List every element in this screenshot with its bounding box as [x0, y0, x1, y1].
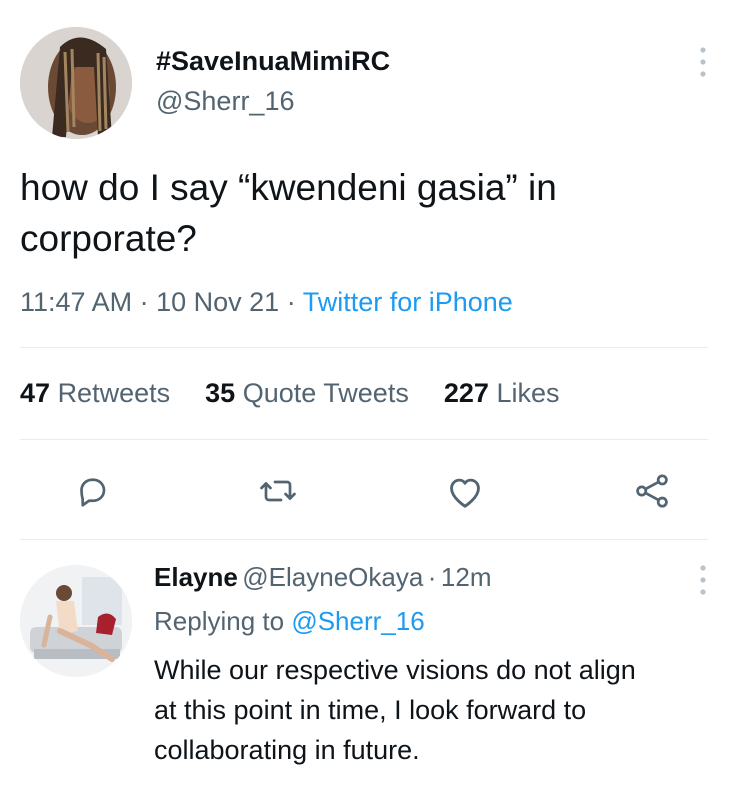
retweets-stat[interactable]: 47 Retweets	[20, 378, 170, 408]
share-button[interactable]	[633, 472, 671, 510]
reply-author-name[interactable]: Elayne	[154, 562, 238, 592]
likes-label: Likes	[496, 378, 560, 408]
heart-icon	[450, 478, 480, 508]
retweet-icon	[260, 480, 296, 502]
tweet-stats: 47 Retweets 35 Quote Tweets 227 Likes	[20, 378, 559, 409]
retweets-count: 47	[20, 378, 51, 408]
divider	[20, 439, 708, 440]
author-avatar-image	[20, 27, 132, 139]
tweet-meta: 11:47 AM · 10 Nov 21 · Twitter for iPhon…	[20, 287, 513, 318]
reply-text: While our respective visions do not alig…	[154, 650, 636, 770]
reply-text-line: collaborating in future.	[154, 735, 420, 765]
divider	[20, 347, 708, 348]
reply-text-line: While our respective visions do not alig…	[154, 655, 636, 685]
reply-age[interactable]: 12m	[441, 562, 492, 592]
retweet-button[interactable]	[258, 473, 298, 509]
tweet-text-line: corporate?	[20, 218, 197, 259]
tweet-time[interactable]: 11:47 AM	[20, 287, 132, 317]
reply-author-handle[interactable]: @ElayneOkaya	[242, 562, 423, 592]
reply-author-avatar-image	[20, 565, 132, 677]
quotes-stat[interactable]: 35 Quote Tweets	[205, 378, 409, 408]
replying-to-mention[interactable]: @Sherr_16	[291, 606, 424, 636]
tweet-text-line: how do I say “kwendeni gasia” in	[20, 167, 557, 208]
replying-to: Replying to @Sherr_16	[154, 606, 425, 637]
share-icon	[636, 474, 668, 508]
replying-to-prefix: Replying to	[154, 606, 285, 636]
reply-more-icon[interactable]	[698, 562, 708, 598]
tweet-more-icon[interactable]	[698, 44, 708, 80]
likes-count: 227	[443, 378, 489, 408]
tweet-source-link[interactable]: Twitter for iPhone	[303, 287, 513, 317]
divider	[20, 539, 708, 540]
likes-stat[interactable]: 227 Likes	[444, 378, 560, 408]
tweet-date[interactable]: 10 Nov 21	[156, 287, 279, 317]
retweets-label: Retweets	[57, 378, 171, 408]
reply-text-line: at this point in time, I look forward to	[154, 695, 587, 725]
author-display-name[interactable]: #SaveInuaMimiRC	[156, 46, 390, 77]
reply-header: Elayne @ElayneOkaya · 12m	[154, 562, 491, 593]
meta-separator: ·	[427, 562, 437, 592]
like-button[interactable]	[446, 474, 484, 510]
author-avatar[interactable]	[20, 27, 132, 139]
meta-separator: ·	[139, 287, 157, 317]
reply-button[interactable]	[74, 473, 110, 509]
quotes-label: Quote Tweets	[242, 378, 409, 408]
author-handle[interactable]: @Sherr_16	[156, 86, 294, 117]
tweet-text: how do I say “kwendeni gasia” in corpora…	[20, 162, 557, 264]
quotes-count: 35	[205, 378, 236, 408]
reply-icon	[80, 478, 106, 507]
meta-separator: ·	[286, 287, 303, 317]
reply-author-avatar[interactable]	[20, 565, 132, 677]
